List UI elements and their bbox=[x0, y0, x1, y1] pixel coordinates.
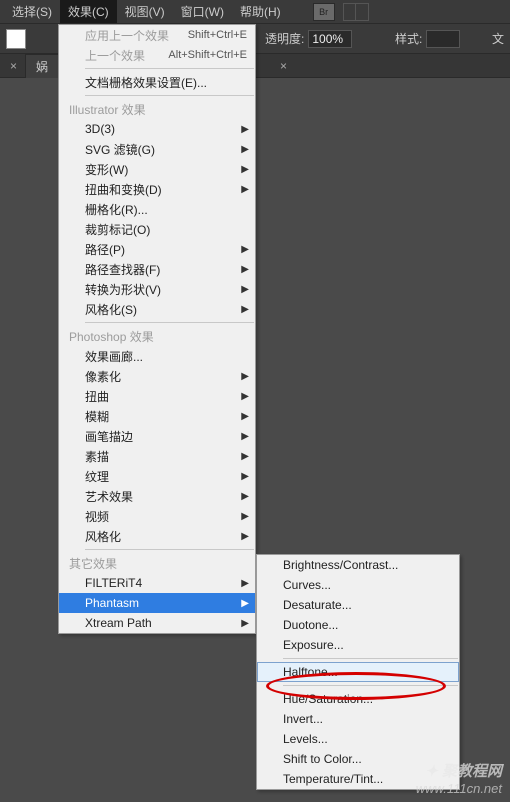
menu-item-pathfinder[interactable]: 路径查找器(F)▶ bbox=[59, 259, 255, 279]
fill-swatch[interactable] bbox=[6, 29, 26, 49]
menu-effects[interactable]: 效果(C) bbox=[60, 0, 117, 23]
chevron-right-icon: ▶ bbox=[241, 164, 249, 175]
menu-item-apply-last: 应用上一个效果Shift+Ctrl+E bbox=[59, 25, 255, 45]
chevron-right-icon: ▶ bbox=[241, 578, 249, 589]
chevron-right-icon: ▶ bbox=[241, 618, 249, 629]
chevron-right-icon: ▶ bbox=[241, 264, 249, 275]
chevron-right-icon: ▶ bbox=[241, 411, 249, 422]
document-tab-label: 娲 bbox=[36, 60, 48, 74]
workspace-layout-icon[interactable] bbox=[343, 3, 369, 21]
submenu-item-brightness-contrast[interactable]: Brightness/Contrast... bbox=[257, 555, 459, 575]
bridge-icon[interactable]: Br bbox=[313, 3, 335, 21]
chevron-right-icon: ▶ bbox=[241, 371, 249, 382]
menu-select[interactable]: 选择(S) bbox=[4, 0, 60, 23]
menu-item-distort[interactable]: 扭曲▶ bbox=[59, 386, 255, 406]
style-swatch[interactable] bbox=[426, 30, 460, 48]
menu-section-photoshop: Photoshop 效果 bbox=[59, 326, 255, 346]
submenu-item-desaturate[interactable]: Desaturate... bbox=[257, 595, 459, 615]
menu-item-stylize-ps[interactable]: 风格化▶ bbox=[59, 526, 255, 546]
menubar: 选择(S) 效果(C) 视图(V) 窗口(W) 帮助(H) Br bbox=[0, 0, 510, 24]
menu-item-path[interactable]: 路径(P)▶ bbox=[59, 239, 255, 259]
chevron-right-icon: ▶ bbox=[241, 184, 249, 195]
chevron-right-icon: ▶ bbox=[241, 144, 249, 155]
menu-item-phantasm[interactable]: Phantasm▶ bbox=[59, 593, 255, 613]
menu-item-artistic[interactable]: 艺术效果▶ bbox=[59, 486, 255, 506]
opacity-label: 透明度: bbox=[265, 30, 304, 47]
chevron-right-icon: ▶ bbox=[241, 511, 249, 522]
menu-window[interactable]: 窗口(W) bbox=[173, 0, 232, 23]
menu-item-convert-shape[interactable]: 转换为形状(V)▶ bbox=[59, 279, 255, 299]
menu-item-texture[interactable]: 纹理▶ bbox=[59, 466, 255, 486]
menu-item-last-effect: 上一个效果Alt+Shift+Ctrl+E bbox=[59, 45, 255, 65]
chevron-right-icon: ▶ bbox=[241, 431, 249, 442]
chevron-right-icon: ▶ bbox=[241, 244, 249, 255]
menu-item-blur[interactable]: 模糊▶ bbox=[59, 406, 255, 426]
menu-item-distort-transform[interactable]: 扭曲和变换(D)▶ bbox=[59, 179, 255, 199]
doc-label-truncated: 文 bbox=[492, 30, 504, 47]
menu-item-sketch[interactable]: 素描▶ bbox=[59, 446, 255, 466]
menu-view[interactable]: 视图(V) bbox=[117, 0, 173, 23]
menu-help[interactable]: 帮助(H) bbox=[232, 0, 289, 23]
menu-item-doc-raster[interactable]: 文档栅格效果设置(E)... bbox=[59, 72, 255, 92]
menu-section-other: 其它效果 bbox=[59, 553, 255, 573]
chevron-right-icon: ▶ bbox=[241, 531, 249, 542]
chevron-right-icon: ▶ bbox=[241, 391, 249, 402]
submenu-item-invert[interactable]: Invert... bbox=[257, 709, 459, 729]
menu-item-effect-gallery[interactable]: 效果画廊... bbox=[59, 346, 255, 366]
submenu-item-halftone[interactable]: Halftone... bbox=[257, 662, 459, 682]
menu-item-video[interactable]: 视频▶ bbox=[59, 506, 255, 526]
effects-menu: 应用上一个效果Shift+Ctrl+E 上一个效果Alt+Shift+Ctrl+… bbox=[58, 24, 256, 634]
tab-close-stray[interactable]: × bbox=[10, 59, 17, 73]
menu-item-warp[interactable]: 变形(W)▶ bbox=[59, 159, 255, 179]
menu-item-brush-strokes[interactable]: 画笔描边▶ bbox=[59, 426, 255, 446]
submenu-item-shift-to-color[interactable]: Shift to Color... bbox=[257, 749, 459, 769]
chevron-right-icon: ▶ bbox=[241, 598, 249, 609]
submenu-item-temperature-tint[interactable]: Temperature/Tint... bbox=[257, 769, 459, 789]
menu-item-filterit4[interactable]: FILTERiT4▶ bbox=[59, 573, 255, 593]
opacity-input[interactable] bbox=[308, 30, 352, 48]
tab-close-stray-2[interactable]: × bbox=[280, 59, 287, 73]
submenu-item-levels[interactable]: Levels... bbox=[257, 729, 459, 749]
menu-section-illustrator: Illustrator 效果 bbox=[59, 99, 255, 119]
submenu-item-exposure[interactable]: Exposure... bbox=[257, 635, 459, 655]
chevron-right-icon: ▶ bbox=[241, 304, 249, 315]
menu-item-rasterize[interactable]: 栅格化(R)... bbox=[59, 199, 255, 219]
menu-item-xtream-path[interactable]: Xtream Path▶ bbox=[59, 613, 255, 633]
menu-item-3d[interactable]: 3D(3)▶ bbox=[59, 119, 255, 139]
chevron-right-icon: ▶ bbox=[241, 451, 249, 462]
chevron-right-icon: ▶ bbox=[241, 471, 249, 482]
menu-item-stylize-ai[interactable]: 风格化(S)▶ bbox=[59, 299, 255, 319]
phantasm-submenu: Brightness/Contrast... Curves... Desatur… bbox=[256, 554, 460, 790]
style-label: 样式: bbox=[395, 30, 422, 47]
submenu-item-duotone[interactable]: Duotone... bbox=[257, 615, 459, 635]
chevron-right-icon: ▶ bbox=[241, 491, 249, 502]
menu-item-crop-marks[interactable]: 裁剪标记(O) bbox=[59, 219, 255, 239]
menu-item-svg-filters[interactable]: SVG 滤镜(G)▶ bbox=[59, 139, 255, 159]
chevron-right-icon: ▶ bbox=[241, 284, 249, 295]
chevron-right-icon: ▶ bbox=[241, 124, 249, 135]
submenu-item-hue-saturation[interactable]: Hue/Saturation... bbox=[257, 689, 459, 709]
menu-item-pixelate[interactable]: 像素化▶ bbox=[59, 366, 255, 386]
submenu-item-curves[interactable]: Curves... bbox=[257, 575, 459, 595]
